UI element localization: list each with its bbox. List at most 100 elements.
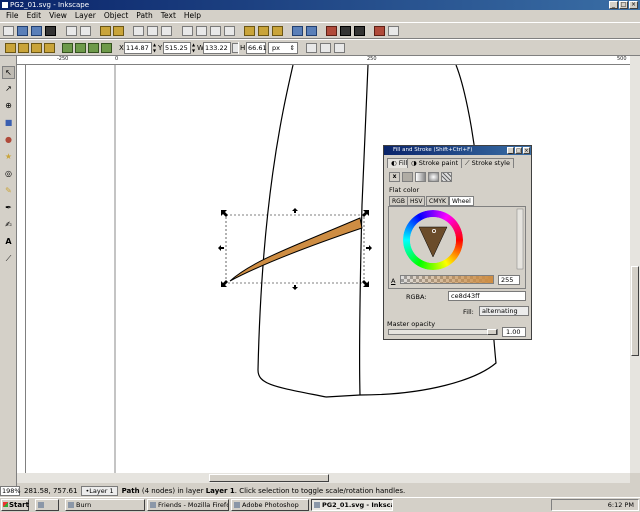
linear-gradient-button[interactable]	[415, 172, 426, 182]
menu-layer[interactable]: Layer	[71, 10, 100, 22]
close-button[interactable]: ×	[629, 1, 638, 9]
menu-object[interactable]: Object	[100, 10, 132, 22]
x-input[interactable]: 114.87	[124, 42, 152, 54]
master-opacity-input[interactable]: 1.00	[502, 327, 526, 337]
raise-to-top-icon[interactable]	[62, 43, 73, 53]
new-document-icon[interactable]	[3, 26, 14, 36]
radial-gradient-button[interactable]	[428, 172, 439, 182]
master-opacity-thumb[interactable]	[487, 329, 497, 335]
tab-wheel[interactable]: Wheel	[449, 196, 474, 206]
menu-edit[interactable]: Edit	[23, 10, 46, 22]
drawing-canvas[interactable]	[26, 65, 630, 473]
align-distribute-icon[interactable]	[374, 26, 385, 36]
menu-file[interactable]: File	[2, 10, 23, 22]
zoom-width-icon[interactable]	[224, 26, 235, 36]
maximize-button[interactable]: □	[619, 1, 628, 9]
menu-text[interactable]: Text	[157, 10, 180, 22]
zoom-drawing-icon[interactable]	[196, 26, 207, 36]
unlink-clone-icon[interactable]	[272, 26, 283, 36]
import-icon[interactable]	[66, 26, 77, 36]
save-document-icon[interactable]	[31, 26, 42, 36]
dialog-titlebar[interactable]: Fill and Stroke (Shift+Ctrl+F) _ □ ×	[384, 146, 531, 155]
cut-icon[interactable]	[147, 26, 158, 36]
copy-icon[interactable]	[133, 26, 144, 36]
pencil-tool-icon[interactable]: ✎	[2, 184, 15, 197]
flat-color-button[interactable]	[402, 172, 413, 182]
text-font-icon[interactable]	[340, 26, 351, 36]
dialog-minimize-button[interactable]: _	[507, 147, 514, 154]
scale-stroke-icon[interactable]	[306, 43, 317, 53]
taskbar-item-firefox[interactable]: Friends - Mozilla Firefox	[147, 499, 229, 511]
open-document-icon[interactable]	[17, 26, 28, 36]
y-input[interactable]: 515.25	[163, 42, 191, 54]
rgba-input[interactable]: ce8d43ff	[448, 291, 526, 301]
clone-icon[interactable]	[258, 26, 269, 36]
tab-stroke-style[interactable]: ⟋ Stroke style	[461, 158, 514, 168]
fill-stroke-icon[interactable]	[326, 26, 337, 36]
dialog-maximize-button[interactable]: □	[515, 147, 522, 154]
redo-icon[interactable]	[113, 26, 124, 36]
export-icon[interactable]	[80, 26, 91, 36]
flip-horizontal-icon[interactable]	[31, 43, 42, 53]
no-paint-button[interactable]: x	[389, 172, 400, 182]
zoom-tool-icon[interactable]: ⊕	[2, 99, 15, 112]
wheel-scrollbar[interactable]	[516, 208, 524, 270]
star-tool-icon[interactable]: ★	[2, 150, 15, 163]
taskbar-item-burn[interactable]: Burn	[65, 499, 145, 511]
menu-help[interactable]: Help	[180, 10, 205, 22]
calligraphy-tool-icon[interactable]: ✍	[2, 218, 15, 231]
vertical-ruler[interactable]	[17, 65, 26, 473]
x-spinner[interactable]: ▲ ▼	[152, 42, 157, 54]
preferences-icon[interactable]	[388, 26, 399, 36]
window-titlebar[interactable]: PG2_01.svg - Inkscape _ □ ×	[0, 0, 640, 10]
lower-icon[interactable]	[88, 43, 99, 53]
horizontal-scroll-thumb[interactable]	[209, 474, 329, 482]
ungroup-icon[interactable]	[306, 26, 317, 36]
vertical-scroll-thumb[interactable]	[631, 266, 639, 356]
paste-icon[interactable]	[161, 26, 172, 36]
selector-tool-icon[interactable]: ↖	[2, 66, 15, 79]
layer-select[interactable]: •Layer 1	[81, 486, 118, 496]
duplicate-icon[interactable]	[244, 26, 255, 36]
print-icon[interactable]	[45, 26, 56, 36]
alpha-slider[interactable]	[400, 275, 494, 284]
minimize-button[interactable]: _	[609, 1, 618, 9]
y-spinner[interactable]: ▲ ▼	[191, 42, 196, 54]
menu-path[interactable]: Path	[132, 10, 156, 22]
text-tool-icon[interactable]: A	[2, 235, 15, 248]
xml-editor-icon[interactable]	[354, 26, 365, 36]
taskbar-item-photoshop[interactable]: Adobe Photoshop	[231, 499, 309, 511]
clock[interactable]: 6:12 PM	[608, 500, 634, 510]
color-wheel[interactable]	[389, 207, 527, 272]
master-opacity-slider[interactable]	[388, 329, 498, 335]
tab-rgb[interactable]: RGB	[389, 196, 408, 206]
undo-icon[interactable]	[100, 26, 111, 36]
tab-hsv[interactable]: HSV	[407, 196, 426, 206]
zoom-page-icon[interactable]	[210, 26, 221, 36]
dropper-tool-icon[interactable]: ⟋	[2, 252, 15, 265]
move-gradients-icon[interactable]	[334, 43, 345, 53]
node-tool-icon[interactable]: ↗	[2, 82, 15, 95]
lower-to-bottom-icon[interactable]	[101, 43, 112, 53]
menu-view[interactable]: View	[45, 10, 71, 22]
tab-cmyk[interactable]: CMYK	[426, 196, 449, 206]
vertical-scrollbar[interactable]	[630, 56, 640, 473]
units-select[interactable]: px ⇕	[268, 42, 298, 54]
alpha-value-input[interactable]: 255	[498, 275, 520, 285]
dialog-close-button[interactable]: ×	[523, 147, 530, 154]
h-input[interactable]: 66.61	[246, 42, 267, 54]
zoom-field[interactable]: 198%	[0, 486, 21, 496]
pen-tool-icon[interactable]: ✒	[2, 201, 15, 214]
raise-icon[interactable]	[75, 43, 86, 53]
quick-launch[interactable]	[35, 499, 59, 511]
horizontal-ruler[interactable]: -250 0 250 500	[17, 56, 630, 65]
group-icon[interactable]	[292, 26, 303, 36]
selected-path[interactable]	[229, 217, 363, 282]
rotate-ccw-icon[interactable]	[5, 43, 16, 53]
ellipse-tool-icon[interactable]: ●	[2, 133, 15, 146]
fill-rule-select[interactable]: alternating	[479, 306, 529, 316]
spiral-tool-icon[interactable]: ◎	[2, 167, 15, 180]
scale-corners-icon[interactable]	[320, 43, 331, 53]
pattern-button[interactable]	[441, 172, 452, 182]
rectangle-tool-icon[interactable]: ■	[2, 116, 15, 129]
